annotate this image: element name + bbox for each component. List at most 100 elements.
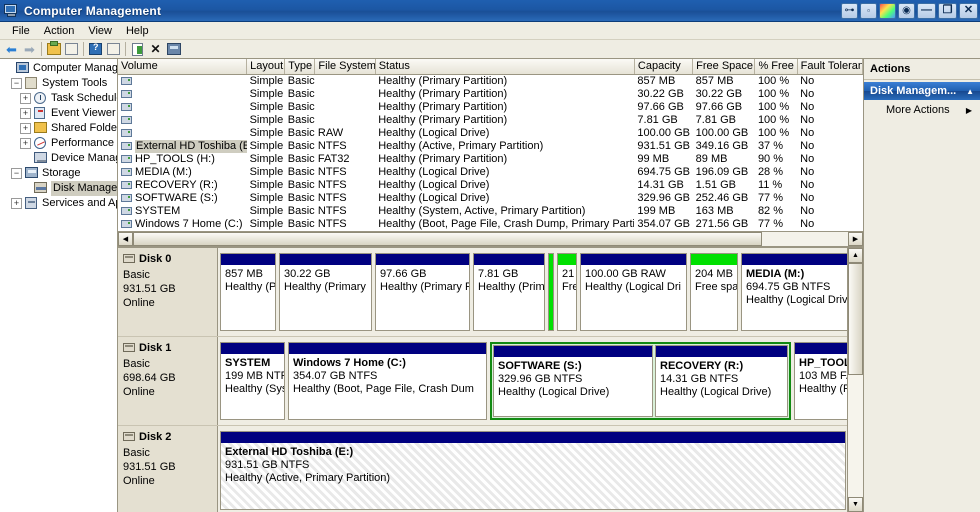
vscroll-up-button[interactable]: ▲ <box>848 247 863 263</box>
refresh-icon[interactable] <box>129 41 146 57</box>
maximize-button[interactable]: ❐ <box>938 2 957 19</box>
disk-header[interactable]: Disk 0 Basic 931.51 GB Online <box>118 247 218 336</box>
column-header-layout[interactable]: Layout <box>246 59 286 75</box>
volume-row[interactable]: SYSTEM Simple Basic NTFS Healthy (System, Ac… <box>118 205 863 218</box>
collapse-icon[interactable]: − <box>11 78 22 89</box>
partition-info: 857 MB Healthy (P <box>221 265 275 330</box>
disk-partition[interactable]: 7.81 GB Healthy (Prima <box>473 252 545 331</box>
tree-item-computer-management[interactable]: Computer Management <box>2 61 117 76</box>
expand-icon[interactable]: + <box>20 93 31 104</box>
type-cell: Basic <box>287 139 315 152</box>
disk-partition[interactable]: HP_TOOLS103 MB FATHealthy (Pri <box>794 341 847 420</box>
volume-row[interactable]: Simple Basic RAW Healthy (Logical Drive) 100… <box>118 127 863 140</box>
disk-header[interactable]: Disk 1 Basic 698.64 GB Online <box>118 336 218 425</box>
tree-item-system-tools[interactable]: − System Tools <box>2 76 117 91</box>
column-header-type[interactable]: Type <box>284 59 316 75</box>
vscroll-down-button[interactable]: ▼ <box>848 497 863 512</box>
pin-button[interactable]: ⊶ <box>841 2 858 19</box>
disk-partition[interactable]: External HD Toshiba (E:) 931.51 GB NTFS He… <box>220 430 846 510</box>
forward-icon[interactable]: ➡ <box>21 41 38 57</box>
tree-item-storage[interactable]: − Storage <box>2 166 117 181</box>
properties-icon[interactable] <box>105 41 122 57</box>
column-header-capacity[interactable]: Capacity <box>634 59 694 75</box>
minimize-button[interactable]: — <box>917 2 936 19</box>
column-header-free-space[interactable]: Free Space <box>692 59 756 75</box>
volume-name-cell: SYSTEM <box>118 205 247 218</box>
volume-row[interactable]: Simple Basic Healthy (Primary Partition) 30… <box>118 88 863 101</box>
help-button[interactable]: ◉ <box>898 2 915 19</box>
disk-name: Disk 0 <box>139 252 172 265</box>
tree-item-device-manager[interactable]: Device Manager <box>2 151 117 166</box>
disk-partition[interactable]: 204 MB Free spa <box>690 252 738 331</box>
tree-item-disk-management[interactable]: Disk Management <box>2 181 117 196</box>
tree-item-performance[interactable]: + Performance <box>2 136 117 151</box>
disk-partition[interactable]: 30.22 GB Healthy (Primary <box>279 252 372 331</box>
disk-partition[interactable]: SYSTEM199 MB NTFSHealthy (Syst <box>220 341 285 420</box>
disk-partition[interactable]: RECOVERY (R:) 14.31 GB NTFS Healthy (Logic… <box>655 344 788 417</box>
disk-partition[interactable]: MEDIA (M:) 694.75 GB NTFS Healthy (Logical… <box>741 252 847 331</box>
hscroll-track[interactable] <box>133 231 848 246</box>
tree-item-event-viewer[interactable]: + Event Viewer <box>2 106 117 121</box>
volume-icon <box>121 77 132 85</box>
folder-up-icon[interactable] <box>45 41 62 57</box>
actions-more-actions[interactable]: More Actions ▶ <box>864 100 980 120</box>
volume-row[interactable]: MEDIA (M:) Simple Basic NTFS Healthy (Logica… <box>118 166 863 179</box>
volume-row[interactable]: Simple Basic Healthy (Primary Partition) 97… <box>118 101 863 114</box>
actions-section-disk-management[interactable]: Disk Managem... ▲ <box>864 82 980 100</box>
tree-item-task-scheduler[interactable]: + Task Scheduler <box>2 91 117 106</box>
expand-icon[interactable]: + <box>11 198 22 209</box>
volume-row[interactable]: Simple Basic Healthy (Primary Partition) 85… <box>118 74 863 88</box>
help-icon[interactable] <box>87 41 104 57</box>
disk-partition[interactable]: 100.00 GB RAW Healthy (Logical Dri <box>580 252 687 331</box>
volume-row[interactable]: SOFTWARE (S:) Simple Basic NTFS Healthy (Log… <box>118 192 863 205</box>
column-header-status[interactable]: Status <box>375 59 635 75</box>
expand-icon[interactable]: + <box>20 108 31 119</box>
extended-partition-group: SOFTWARE (S:) 329.96 GB NTFS Healthy (Logi… <box>490 341 791 420</box>
volume-row[interactable]: HP_TOOLS (H:) Simple Basic FAT32 Healthy (Pr… <box>118 153 863 166</box>
partition-strip: 857 MB Healthy (P 30.22 GB Healthy (Primary… <box>218 248 847 336</box>
tree-item-label: Storage <box>42 167 81 179</box>
disk-view-vscrollbar[interactable]: ▲ ▼ <box>847 247 863 512</box>
disk-header[interactable]: Disk 2 Basic 931.51 GB Online <box>118 425 218 512</box>
volume-row[interactable]: Simple Basic Healthy (Primary Partition) 7.… <box>118 114 863 127</box>
back-icon[interactable]: ⬅ <box>3 41 20 57</box>
menu-item-file[interactable]: File <box>5 24 37 38</box>
volume-row[interactable]: RECOVERY (R:) Simple Basic NTFS Healthy (Log… <box>118 179 863 192</box>
collapse-icon[interactable]: − <box>11 168 22 179</box>
volume-row[interactable]: Windows 7 Home (C:) Simple Basic NTFS Health… <box>118 218 863 231</box>
restore-small-button[interactable]: ▫ <box>860 2 877 19</box>
rescan-disks-icon[interactable] <box>165 41 182 57</box>
menu-item-view[interactable]: View <box>81 24 119 38</box>
disk-name: Disk 1 <box>139 341 172 354</box>
volume-row[interactable]: External HD Toshiba (E:) Simple Basic NTFS H… <box>118 139 863 153</box>
disk-partition[interactable]: 97.66 GB Healthy (Primary Pa <box>375 252 470 331</box>
expand-icon[interactable]: + <box>20 123 31 134</box>
delete-icon[interactable]: ✕ <box>147 41 164 57</box>
volume-list-hscrollbar[interactable]: ◀ ▶ <box>118 230 863 246</box>
extended-partition-band <box>548 252 554 331</box>
hscroll-right-button[interactable]: ▶ <box>848 231 863 246</box>
column-header-fault-toleran[interactable]: Fault Toleran <box>797 59 863 75</box>
disk-partition[interactable]: SOFTWARE (S:) 329.96 GB NTFS Healthy (Logi… <box>493 344 653 417</box>
file-system-cell <box>315 101 375 114</box>
column-header-file-system[interactable]: File System <box>314 59 376 75</box>
vscroll-thumb[interactable] <box>848 262 863 376</box>
close-button[interactable]: ✕ <box>959 2 978 19</box>
tree-icon[interactable] <box>63 41 80 57</box>
color-button[interactable] <box>879 2 896 19</box>
tree-item-label: Task Scheduler <box>51 92 117 104</box>
status-cell: Healthy (Boot, Page File, Crash Dump, Pr… <box>378 217 635 230</box>
column-header-volume[interactable]: Volume <box>118 59 248 75</box>
hscroll-thumb[interactable] <box>133 231 763 246</box>
disk-partition[interactable]: Windows 7 Home (C:) 354.07 GB NTFS Healthy… <box>288 341 487 420</box>
disk-partition[interactable]: 21Fre <box>557 252 577 331</box>
tree-item-services-and-applications[interactable]: + Services and Applications <box>2 196 117 211</box>
menu-item-action[interactable]: Action <box>37 24 82 38</box>
hscroll-left-button[interactable]: ◀ <box>118 231 133 246</box>
disk-partition[interactable]: 857 MB Healthy (P <box>220 252 276 331</box>
vscroll-track[interactable] <box>848 262 863 497</box>
column-header-free[interactable]: % Free <box>754 59 798 75</box>
tree-item-shared-folders[interactable]: + Shared Folders <box>2 121 117 136</box>
menu-item-help[interactable]: Help <box>119 24 156 38</box>
expand-icon[interactable]: + <box>20 138 31 149</box>
